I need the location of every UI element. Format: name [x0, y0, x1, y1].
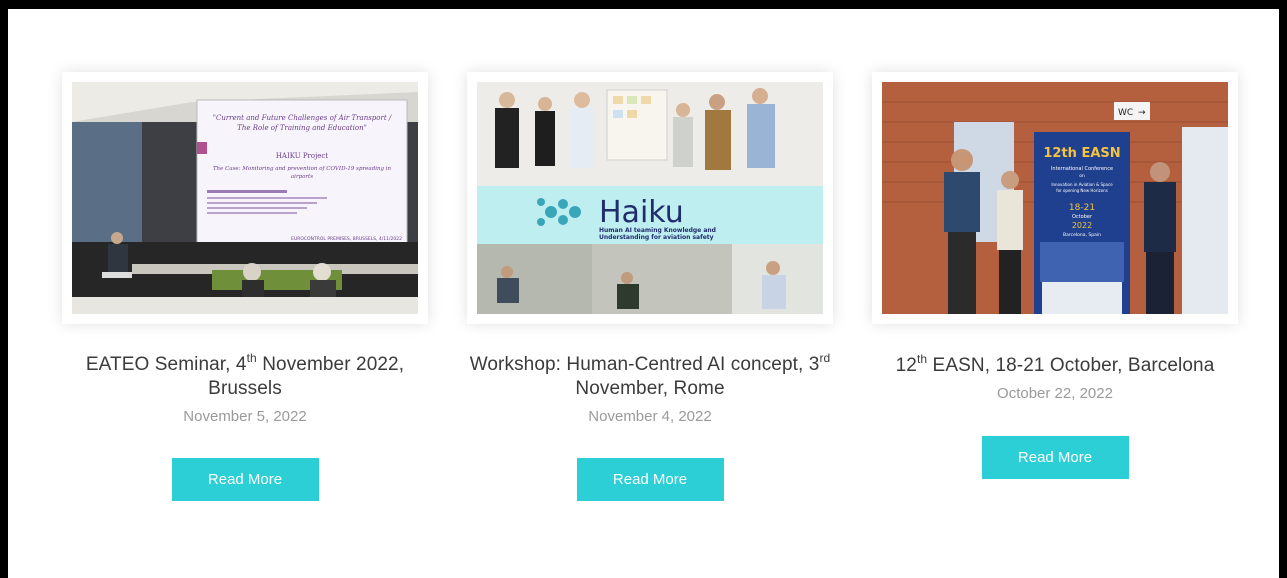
- post-thumbnail[interactable]: Haiku Human AI teaming Knowledge and Und…: [467, 72, 833, 324]
- banner-on: on: [1079, 174, 1085, 179]
- post-date: October 22, 2022: [997, 385, 1113, 402]
- post-photo-seminar: "Current and Future Challenges of Air Tr…: [72, 82, 418, 314]
- slide-footer: EUROCONTROL PREMISES, BRUSSELS, 4/11/202…: [291, 236, 402, 242]
- post-title-text-end[interactable]: EASN, 18-21 October, Barcelona: [927, 355, 1215, 376]
- post-title-text[interactable]: Workshop: Human-Centred AI concept, 3: [470, 354, 820, 375]
- post-thumbnail[interactable]: "Current and Future Challenges of Air Tr…: [62, 72, 428, 324]
- post-title[interactable]: Workshop: Human-Centred AI concept, 3rd …: [465, 350, 835, 401]
- post-title-text[interactable]: 12: [896, 355, 917, 376]
- blog-posts-section: "Current and Future Challenges of Air Tr…: [8, 9, 1279, 578]
- svg-text:for opening New Horizons: for opening New Horizons: [1056, 188, 1108, 193]
- banner-city: Barcelona, Spain: [1063, 232, 1101, 238]
- post-title[interactable]: EATEO Seminar, 4th November 2022, Brusse…: [60, 350, 430, 401]
- post-photo-easn: WC → 12th EASN International Conference …: [882, 82, 1228, 314]
- haiku-tagline-2: Understanding for aviation safety: [599, 234, 714, 241]
- svg-text:The Case: Monitoring and preve: The Case: Monitoring and prevention of C…: [213, 166, 392, 172]
- title-superscript: th: [916, 351, 928, 366]
- wc-sign: WC: [1118, 108, 1133, 118]
- haiku-tagline-1: Human AI teaming Knowledge and: [599, 227, 716, 234]
- slide-title-line1: "Current and Future Challenges of Air Tr…: [213, 114, 392, 122]
- post-title-text[interactable]: EATEO Seminar, 4: [86, 354, 247, 375]
- post-card: "Current and Future Challenges of Air Tr…: [52, 72, 438, 501]
- haiku-logo: Haiku: [599, 195, 684, 230]
- banner-month: October: [1072, 214, 1093, 220]
- post-date: November 4, 2022: [588, 408, 712, 425]
- banner-title: 12th EASN: [1043, 146, 1120, 161]
- post-title[interactable]: 12th EASN, 18-21 October, Barcelona: [870, 351, 1240, 378]
- svg-text:airports: airports: [291, 174, 313, 180]
- read-more-button[interactable]: Read More: [981, 436, 1129, 479]
- title-superscript: th: [246, 350, 257, 365]
- slide-project: HAIKU Project: [276, 152, 329, 160]
- svg-text:Innovation in Aviation & Space: Innovation in Aviation & Space: [1051, 182, 1113, 187]
- banner-dates: 18-21: [1069, 203, 1095, 213]
- post-thumbnail[interactable]: WC → 12th EASN International Conference …: [872, 72, 1238, 324]
- read-more-button[interactable]: Read More: [576, 458, 724, 501]
- post-card: Haiku Human AI teaming Knowledge and Und…: [457, 72, 843, 501]
- post-date: November 5, 2022: [183, 408, 307, 425]
- svg-text:→: →: [1138, 108, 1146, 118]
- banner-year: 2022: [1072, 221, 1092, 230]
- read-more-button[interactable]: Read More: [171, 458, 319, 501]
- post-photo-workshop: Haiku Human AI teaming Knowledge and Und…: [477, 82, 823, 314]
- banner-sub: International Conference: [1051, 166, 1113, 172]
- title-superscript: rd: [819, 350, 831, 365]
- post-card: WC → 12th EASN International Conference …: [862, 72, 1248, 479]
- post-title-text-end[interactable]: November, Rome: [575, 378, 724, 399]
- svg-text:The Role of Training and Educa: The Role of Training and Education": [237, 124, 367, 132]
